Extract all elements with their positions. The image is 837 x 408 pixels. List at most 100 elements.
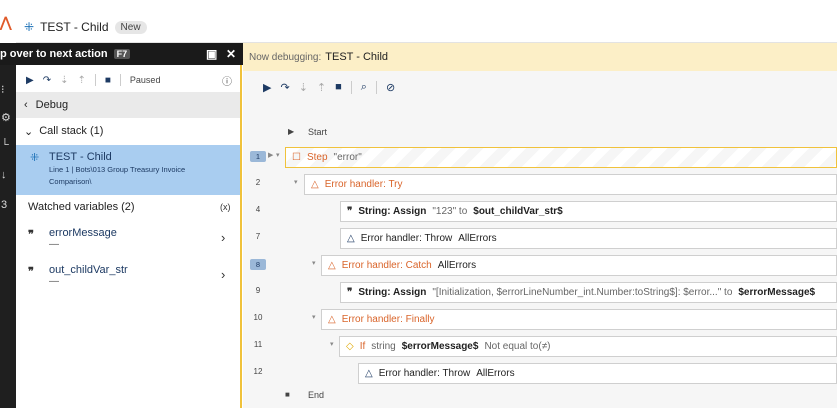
flow-line[interactable]: 10 ▾ △ Error handler: Finally (243, 305, 837, 332)
rail-icon-1[interactable]: ⁝ (1, 83, 5, 96)
line-number: 11 (253, 340, 263, 349)
condition-operator: Not equal to(≠) (484, 341, 551, 352)
line-number: 7 (255, 232, 261, 241)
call-stack-item[interactable]: ⁜ TEST - Child Line 1 | Bots\013 Group T… (16, 145, 240, 195)
rail-icon-4[interactable]: ↓ (1, 169, 7, 181)
call-stack-label: Call stack (1) (39, 125, 104, 137)
string-assign-action[interactable]: ❞ String: Assign "[Initialization, $erro… (340, 282, 837, 303)
rail-icon-2[interactable]: ⚙ (1, 111, 11, 124)
string-icon: ❞ (28, 266, 34, 278)
chevron-down-icon: ▾ (294, 179, 298, 186)
flow-line[interactable]: 2 ▾ △ Error handler: Try (243, 170, 837, 197)
end-label: End (308, 390, 325, 400)
chevron-down-icon: ▾ (276, 152, 280, 159)
flow-panel: Now debugging: TEST - Child ▶ ↷ ⇣ ⇡ ■ ⌕ … (243, 43, 837, 408)
action-name: String: Assign (358, 206, 427, 217)
debug-panel: p over to next action F7 ▣ ✕ ▶ ↷ ⇣ ⇡ ■ P… (0, 43, 258, 408)
step-into-icon[interactable]: ⇣ (299, 81, 308, 94)
string-assign-action[interactable]: ❞ String: Assign "123" to $out_childVar_… (340, 201, 837, 222)
action-detail: "123" to (432, 206, 468, 217)
step-over-icon[interactable]: ↷ (43, 75, 51, 86)
line-number: 12 (253, 367, 263, 376)
flow-line[interactable]: 9 ❞ String: Assign "[Initialization, $er… (243, 278, 837, 305)
line-number: 1 (250, 151, 266, 162)
string-icon: ❞ (347, 206, 353, 217)
error-handler-icon: △ (365, 368, 373, 379)
toolbar-divider (119, 74, 121, 86)
action-name: Step (306, 152, 328, 163)
chevron-down-icon: ▾ (312, 314, 316, 321)
watched-variable-row[interactable]: ❞ errorMessage — › (16, 225, 240, 261)
action-name: If (359, 341, 366, 352)
debug-toolbar: ▶ ↷ ⇣ ⇡ ■ Paused ⓘ (16, 68, 240, 92)
chevron-right-icon[interactable]: › (221, 267, 225, 282)
error-handler-icon: △ (328, 314, 336, 325)
action-name: Error handler: Throw (360, 233, 453, 244)
stop-icon[interactable]: ■ (105, 75, 111, 86)
variable-value: — (49, 239, 59, 250)
add-variable-icon[interactable]: (x) (220, 202, 231, 212)
play-icon[interactable]: ▶ (263, 81, 271, 94)
condition-type: string (371, 341, 396, 352)
toolbar-divider (94, 74, 96, 86)
action-variable: $out_childVar_str$ (473, 206, 563, 217)
flow-line[interactable]: 8 ▾ △ Error handler: Catch AllErrors (243, 251, 837, 278)
flow-toolbar: ▶ ↷ ⇣ ⇡ ■ ⌕ ⊘ (243, 75, 837, 99)
left-rail: ⁝ ⚙ └ ↓ 3 (0, 43, 16, 408)
finally-action[interactable]: △ Error handler: Finally (321, 309, 837, 330)
watched-variables-header: Watched variables (2) (x) (16, 195, 240, 219)
if-action[interactable]: ◇ If string $errorMessage$ Not equal to(… (339, 336, 837, 357)
page-title: TEST - Child (40, 20, 109, 34)
stop-icon[interactable]: ■ (335, 81, 342, 93)
if-icon: ◇ (346, 341, 354, 352)
chevron-right-icon[interactable]: › (221, 230, 225, 245)
action-detail: "[Initialization, $errorLineNumber_int.N… (432, 287, 733, 298)
action-detail: "error" (333, 152, 362, 163)
disable-breakpoints-icon[interactable]: ⊘ (386, 81, 395, 94)
tooltip-key: F7 (113, 49, 131, 59)
debug-banner: Now debugging: TEST - Child (243, 43, 837, 71)
step-out-icon[interactable]: ⇡ (77, 75, 85, 86)
flow-line[interactable]: 7 △ Error handler: Throw AllErrors (243, 224, 837, 251)
catch-action[interactable]: △ Error handler: Catch AllErrors (321, 255, 837, 276)
throw-action[interactable]: △ Error handler: Throw AllErrors (358, 363, 837, 384)
watched-variable-row[interactable]: ❞ out_childVar_str — › (16, 262, 240, 298)
banner-value: TEST - Child (325, 51, 389, 63)
step-over-icon[interactable]: ↷ (280, 81, 289, 94)
throw-action[interactable]: △ Error handler: Throw AllErrors (340, 228, 837, 249)
title-bar: ⋀ ⁜ TEST - Child New (0, 0, 837, 43)
debug-back[interactable]: ‹ Debug (16, 92, 240, 118)
try-action[interactable]: △ Error handler: Try (304, 174, 837, 195)
watched-label: Watched variables (2) (28, 201, 135, 213)
flow-line[interactable]: 4 ❞ String: Assign "123" to $out_childVa… (243, 197, 837, 224)
step-into-icon[interactable]: ⇣ (60, 75, 68, 86)
call-stack-toggle[interactable]: ⌄ Call stack (1) (16, 119, 240, 143)
flow-line[interactable]: 1 ▶ ▾ ☐ Step "error" (243, 143, 837, 170)
chevron-down-icon: ▾ (312, 260, 316, 267)
dock-icon[interactable]: ▣ (206, 47, 217, 61)
line-number: 4 (255, 205, 261, 214)
line-number: 8 (250, 259, 266, 270)
end-icon: ■ (285, 390, 290, 399)
step-icon: ☐ (292, 152, 301, 163)
string-icon: ❞ (28, 229, 34, 241)
toolbar-divider (350, 80, 352, 94)
stack-item-name: TEST - Child (49, 151, 112, 163)
flow-line[interactable]: 11 ▾ ◇ If string $errorMessage$ Not equa… (243, 332, 837, 359)
rail-icon-5[interactable]: 3 (1, 199, 7, 211)
chevron-down-icon: ⌄ (24, 125, 34, 138)
error-handler-icon: △ (347, 233, 355, 244)
step-out-icon[interactable]: ⇡ (317, 81, 326, 94)
line-number: 10 (253, 313, 263, 322)
rail-icon-3[interactable]: └ (1, 139, 9, 151)
info-icon[interactable]: ⓘ (222, 73, 232, 88)
bot-icon: ⁜ (24, 20, 35, 34)
action-name: Error handler: Throw (378, 368, 471, 379)
search-icon[interactable]: ⌕ (361, 81, 367, 94)
flow-line[interactable]: 12 △ Error handler: Throw AllErrors (243, 359, 837, 386)
play-icon[interactable]: ▶ (26, 75, 34, 86)
step-action[interactable]: ☐ Step "error" (285, 147, 837, 168)
stack-item-location-cont: Comparison\ (49, 177, 92, 186)
stack-item-location: Line 1 | Bots\013 Group Treasury Invoice (49, 165, 186, 174)
close-icon[interactable]: ✕ (226, 47, 236, 61)
